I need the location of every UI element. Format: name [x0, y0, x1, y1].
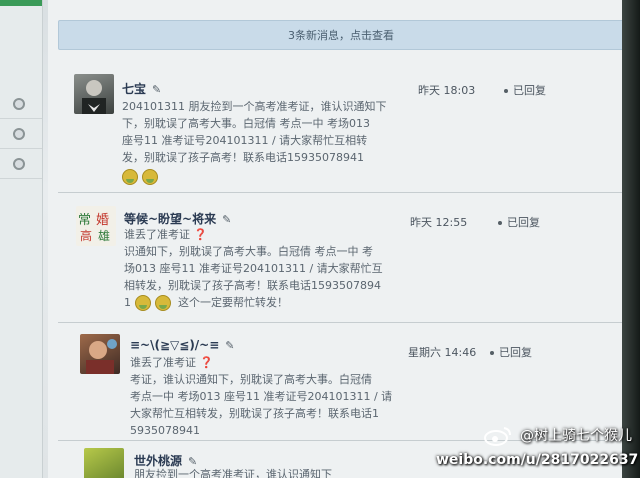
message-line: 下，别耽误了高考大事。白冠倩 考点一中 考场013	[122, 117, 370, 130]
post-author[interactable]: 七宝 ✎	[122, 80, 161, 97]
post-card: ≡~\(≧▽≦)/~≡ ✎ 谁丢了准考证 ❓ 考证，谁认识通知下，别耽误了高考大事…	[58, 322, 622, 441]
avatar-image	[82, 80, 106, 114]
avatar[interactable]: 常 婚 高 雄	[76, 206, 116, 246]
avatar[interactable]	[84, 448, 124, 478]
watermark-url: weibo.com/u/2817022637	[436, 452, 639, 468]
svg-text:高: 高	[80, 228, 92, 243]
author-name: ≡~\(≧▽≦)/~≡	[130, 338, 220, 352]
svg-text:雄: 雄	[98, 228, 110, 243]
circle-icon	[13, 158, 25, 170]
post-time: 星期六 14:46	[408, 346, 477, 359]
status-label: 已回复	[513, 84, 546, 97]
post-time: 昨天 18:03	[418, 84, 476, 97]
post-message: 朋友捡到一个高考准考证，谁认识通知下	[134, 466, 332, 478]
bullet-icon	[490, 351, 494, 355]
message-line: 这个一定要帮忙转发！	[178, 296, 288, 309]
bullet-icon	[498, 221, 502, 225]
message-line: 朋友捡到一个高考准考证，谁认识通知下	[134, 468, 332, 478]
message-line: 场013 座号11 准考证号204101311 / 请大家帮忙互	[124, 262, 383, 275]
bullet-icon	[504, 89, 508, 93]
message-line: 204101311 朋友捡到一个高考准考证，谁认识通知下	[122, 100, 387, 113]
avatar-image: 常 婚 高 雄	[78, 213, 110, 243]
monitor-bezel	[622, 0, 640, 478]
emoticon-icon	[122, 169, 138, 185]
weibo-logo-icon	[483, 427, 511, 446]
avatar[interactable]	[74, 74, 114, 114]
emoticon-icon	[142, 169, 158, 185]
question-mark-icon: ❓	[196, 356, 214, 369]
circle-icon	[13, 98, 25, 110]
screen: 3条新消息，点击查看 七宝 ✎ 204101311 朋友捡到一个高考准考证，谁认识…	[0, 0, 640, 478]
message-line: 大家帮忙互相转发，别耽误了孩子高考！联系电话1	[130, 407, 379, 420]
sidebar-item-3[interactable]	[0, 150, 42, 179]
watermark-user: @树上骑七个猴儿	[520, 428, 632, 444]
message-line: 识通知下，别耽误了高考大事。白冠倩 考点一中 考	[124, 245, 373, 258]
author-name: 七宝	[122, 82, 147, 96]
avatar-image	[86, 339, 117, 374]
pencil-icon[interactable]: ✎	[225, 339, 234, 352]
author-name: 等候~盼望~将来	[124, 212, 217, 226]
circle-icon	[13, 128, 25, 140]
sidebar-item-1[interactable]	[0, 90, 42, 119]
post-card: 常 婚 高 雄 等候~盼望~将来 ✎ 谁丢了准考证 ❓ 识通知下，别耽误了高考大事…	[58, 192, 622, 323]
sidebar-item-2[interactable]	[0, 120, 42, 149]
message-line: 谁丢了准考证	[130, 356, 196, 369]
post-time: 昨天 12:55	[410, 216, 468, 229]
message-line: 座号11 准考证号204101311 / 请大家帮忙互相转	[122, 134, 368, 147]
message-line: 相转发，别耽误了孩子高考！联系电话1593507894	[124, 279, 381, 292]
emoticon-icon	[134, 295, 151, 311]
message-line: 谁丢了准考证	[124, 228, 190, 241]
post-message: 204101311 朋友捡到一个高考准考证，谁认识通知下 下，别耽误了高考大事。…	[122, 98, 386, 185]
post-card: 七宝 ✎ 204101311 朋友捡到一个高考准考证，谁认识通知下 下，别耽误了高…	[58, 58, 622, 193]
message-line: 发，别耽误了孩子高考！联系电话15935078941	[122, 151, 364, 164]
reply-status[interactable]: 已回复	[504, 82, 546, 98]
status-label: 已回复	[507, 216, 540, 229]
weibo-watermark: @树上骑七个猴儿 weibo.com/u/2817022637	[436, 425, 639, 468]
emoticon-row	[122, 168, 386, 185]
sidebar-top-accent	[0, 0, 42, 6]
new-messages-text: 3条新消息，点击查看	[288, 29, 394, 42]
left-sidebar	[0, 0, 43, 478]
message-line: 考点一中 考场013 座号11 准考证号204101311 / 请	[130, 390, 393, 403]
svg-text:婚: 婚	[96, 213, 109, 228]
avatar[interactable]	[80, 334, 120, 374]
post-author[interactable]: 等候~盼望~将来 ✎	[124, 210, 231, 227]
new-messages-bar[interactable]: 3条新消息，点击查看	[58, 20, 624, 50]
reply-status[interactable]: 已回复	[490, 344, 532, 360]
emoticon-icon	[154, 295, 171, 311]
post-message: 谁丢了准考证 ❓ 识通知下，别耽误了高考大事。白冠倩 考点一中 考 场013 座…	[124, 226, 383, 311]
pencil-icon[interactable]: ✎	[152, 83, 161, 96]
status-label: 已回复	[499, 346, 532, 359]
svg-text:常: 常	[78, 213, 91, 228]
watermark-user-row: @树上骑七个猴儿	[436, 425, 632, 446]
message-line: 1	[124, 296, 131, 309]
post-message: 谁丢了准考证 ❓ 考证，谁认识通知下，别耽误了高考大事。白冠倩 考点一中 考场0…	[130, 354, 392, 439]
post-author[interactable]: ≡~\(≧▽≦)/~≡ ✎	[130, 338, 235, 352]
reply-status[interactable]: 已回复	[498, 214, 540, 230]
message-line: 5935078941	[130, 424, 200, 437]
pencil-icon[interactable]: ✎	[222, 213, 231, 226]
question-mark-icon: ❓	[190, 228, 208, 241]
message-line: 考证，谁认识通知下，别耽误了高考大事。白冠倩	[130, 373, 372, 386]
